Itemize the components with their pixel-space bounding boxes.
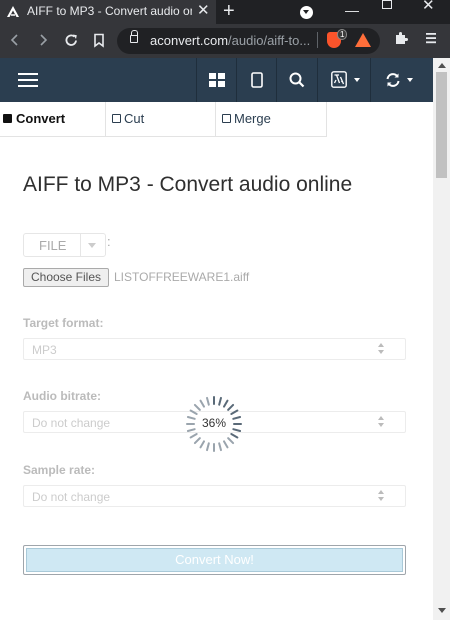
url-host: aconvert.com (150, 33, 229, 48)
tab-cut[interactable]: Cut (106, 102, 216, 137)
chevron-down-icon (407, 78, 413, 82)
tab-cut-label: Cut (124, 111, 145, 126)
spinner-tick (199, 399, 205, 408)
spinner-tick (230, 433, 239, 439)
browser-toolbar: aconvert.com/audio/aiff-to... (0, 24, 450, 58)
refresh-icon (386, 73, 400, 87)
spinner-tick (193, 437, 201, 445)
scroll-down-icon[interactable] (438, 608, 446, 613)
minimize-button[interactable]: — (345, 2, 359, 18)
page-content: Convert Cut Merge AIFF to MP3 - Convert … (0, 58, 450, 620)
language-button[interactable] (317, 58, 370, 102)
bookmark-icon[interactable] (93, 33, 105, 48)
scroll-up-icon[interactable] (438, 63, 446, 68)
aconvert-favicon-icon (7, 6, 19, 17)
spinner-tick (218, 396, 222, 406)
convert-now-label: Convert Now! (26, 548, 403, 572)
search-button[interactable] (276, 58, 317, 102)
tab-merge[interactable]: Merge (216, 102, 327, 137)
square-icon (112, 114, 121, 123)
progress-percent: 36% (201, 416, 227, 430)
spinner-tick (227, 437, 235, 445)
square-icon (3, 114, 12, 123)
spinner-tick (199, 440, 205, 449)
hamburger-icon[interactable] (18, 73, 38, 87)
spinner-tick (223, 440, 229, 449)
back-arrow-icon[interactable] (8, 33, 22, 47)
menu-icon[interactable] (424, 30, 438, 46)
maximize-button[interactable] (382, 0, 392, 9)
select-arrows-icon (378, 490, 384, 502)
spinner-tick (189, 433, 198, 439)
refresh-button[interactable] (370, 58, 433, 102)
square-icon (222, 114, 231, 123)
url-text[interactable]: aconvert.com/audio/aiff-to... (150, 33, 310, 48)
progress-spinner: 36% (185, 395, 243, 453)
spinner-tick (206, 396, 210, 406)
chevron-down-icon (354, 78, 360, 82)
language-icon (331, 71, 347, 88)
spinner-tick (230, 409, 239, 415)
grid-icon (209, 73, 225, 87)
close-window-button[interactable]: ✕ (422, 0, 435, 13)
chevron-down-icon (88, 243, 96, 248)
spinner-tick (189, 409, 198, 415)
brave-rewards-icon[interactable] (355, 33, 371, 47)
spinner-tick (206, 442, 210, 452)
sample-rate-value: Do not change (32, 490, 111, 504)
site-navbar (0, 58, 433, 102)
choose-files-button[interactable]: Choose Files (23, 268, 109, 287)
select-arrows-icon (378, 343, 384, 355)
tool-tabs: Convert Cut Merge (0, 102, 327, 137)
selected-file-name: LISTOFFREEWARE1.aiff (114, 270, 250, 284)
divider (80, 234, 81, 256)
file-source-label: FILE (39, 238, 67, 253)
tab-convert-label: Convert (16, 111, 66, 126)
grid-button[interactable] (196, 58, 236, 102)
tab-convert[interactable]: Convert (0, 102, 106, 137)
tablet-button[interactable] (236, 58, 276, 102)
audio-bitrate-label: Audio bitrate: (23, 389, 101, 403)
spinner-tick (193, 403, 201, 411)
browser-tab[interactable]: AIFF to MP3 - Convert audio online ✕ (0, 0, 216, 24)
spinner-tick (223, 399, 229, 408)
page-scrollbar[interactable] (433, 58, 450, 620)
new-tab-button[interactable]: + (223, 0, 235, 22)
search-icon (289, 72, 305, 88)
file-source-dropdown[interactable]: FILE (23, 233, 106, 257)
audio-bitrate-value: Do not change (32, 416, 111, 430)
target-format-label: Target format: (23, 316, 104, 330)
sample-rate-label: Sample rate: (23, 463, 96, 477)
page-title: AIFF to MP3 - Convert audio online (23, 173, 353, 196)
url-path: /audio/aiff-to... (228, 33, 311, 48)
scrollbar-thumb[interactable] (436, 72, 447, 178)
sample-rate-select[interactable]: Do not change (23, 485, 406, 507)
tab-search-icon[interactable] (300, 6, 313, 19)
reload-icon[interactable] (64, 33, 79, 48)
lock-icon[interactable] (130, 30, 138, 43)
spinner-tick (218, 442, 222, 452)
omnibox-separator (317, 32, 318, 48)
puzzle-icon[interactable] (393, 30, 409, 46)
target-format-select[interactable]: MP3 (23, 338, 406, 360)
convert-now-button[interactable]: Convert Now! (23, 545, 406, 575)
spinner-tick (227, 403, 235, 411)
tab-title: AIFF to MP3 - Convert audio online (27, 4, 192, 18)
select-arrows-icon (378, 416, 384, 428)
tab-close-icon[interactable]: ✕ (197, 3, 210, 19)
target-format-value: MP3 (32, 343, 57, 357)
forward-arrow-icon[interactable] (36, 33, 50, 47)
tablet-icon (251, 72, 263, 88)
browser-tab-bar: AIFF to MP3 - Convert audio online ✕ + —… (0, 0, 450, 24)
file-source-colon: : (107, 234, 111, 249)
tab-merge-label: Merge (234, 111, 271, 126)
